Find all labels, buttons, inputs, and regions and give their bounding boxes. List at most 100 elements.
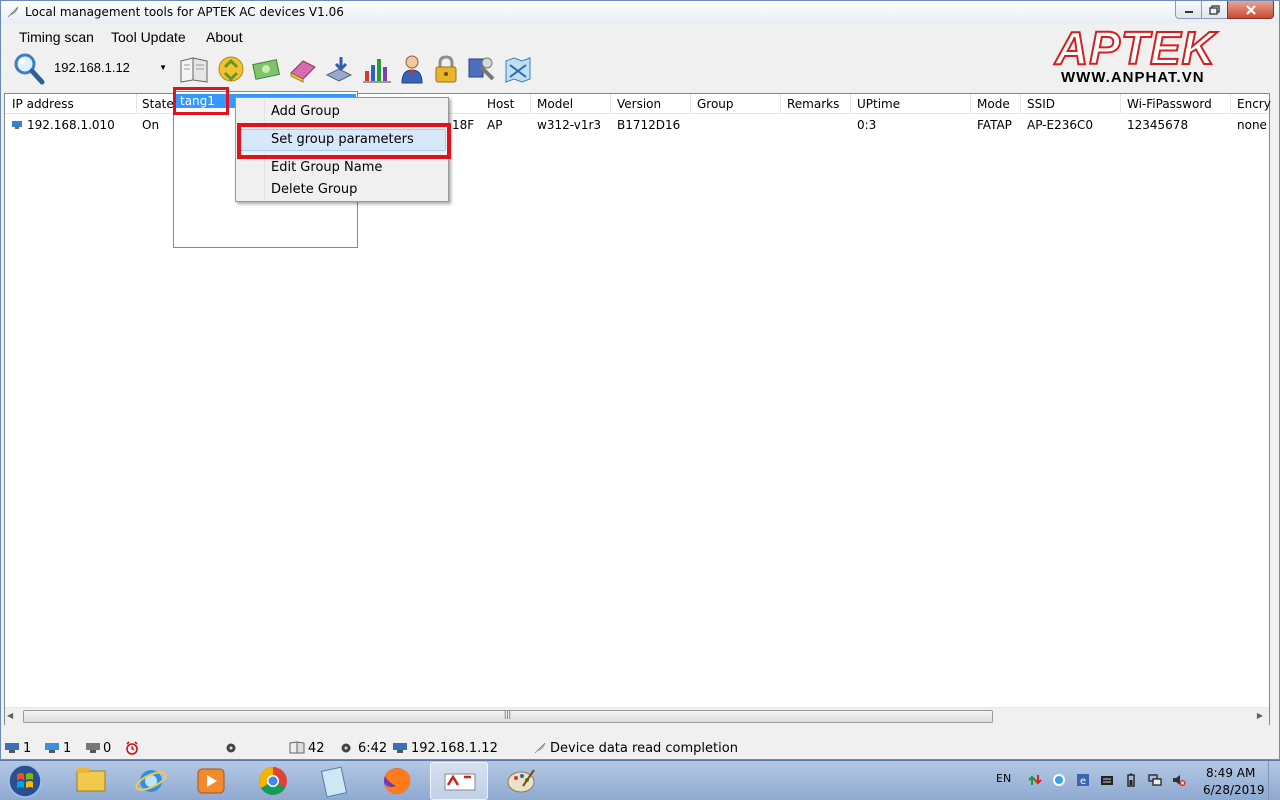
tray-language[interactable]: EN bbox=[996, 772, 1011, 785]
col-uptime[interactable]: UPtime bbox=[857, 97, 900, 111]
status-time: 6:42 bbox=[358, 741, 388, 756]
cell-mode: FATAP bbox=[977, 118, 1012, 132]
map-icon[interactable] bbox=[502, 53, 534, 85]
internet-explorer-icon bbox=[135, 770, 167, 792]
cell-uptime: 0:3 bbox=[857, 118, 877, 132]
feather-icon bbox=[534, 742, 546, 754]
col-encryption[interactable]: Encry bbox=[1237, 97, 1271, 111]
network-arrows-icon[interactable] bbox=[1028, 773, 1042, 787]
taskbar-chrome[interactable] bbox=[244, 762, 302, 800]
chevron-down-icon: ▼ bbox=[159, 63, 167, 72]
taskbar-media[interactable] bbox=[182, 762, 240, 800]
col-host[interactable]: Host bbox=[487, 97, 514, 111]
scan-search-icon[interactable] bbox=[11, 51, 47, 87]
cell-host: AP bbox=[487, 118, 503, 132]
tools-icon[interactable] bbox=[465, 53, 497, 85]
highlight-box-menu bbox=[237, 123, 451, 159]
col-version[interactable]: Version bbox=[617, 97, 661, 111]
cell-mac: 18F bbox=[452, 118, 475, 132]
taskbar: EN e 8:49 AM 6/28/2019 bbox=[0, 760, 1280, 800]
col-ssid[interactable]: SSID bbox=[1027, 97, 1055, 111]
svg-text:e: e bbox=[1080, 776, 1086, 787]
cell-ip: 192.168.1.010 bbox=[27, 118, 115, 132]
monitor-icon bbox=[12, 121, 22, 129]
menu-item-edit-group-name[interactable]: Edit Group Name bbox=[271, 160, 382, 175]
scroll-left-icon[interactable]: ◀ bbox=[7, 711, 13, 720]
menu-tool-update[interactable]: Tool Update bbox=[111, 29, 186, 45]
minimize-icon bbox=[1184, 10, 1193, 13]
col-remarks[interactable]: Remarks bbox=[787, 97, 839, 111]
folder-icon bbox=[76, 768, 106, 792]
close-icon bbox=[1245, 4, 1256, 15]
user-icon[interactable] bbox=[396, 53, 428, 85]
horizontal-scrollbar[interactable]: ◀ ||| ▶ bbox=[5, 707, 1269, 725]
cell-ssid: AP-E236C0 bbox=[1027, 118, 1094, 132]
monitor-on-icon bbox=[45, 743, 59, 753]
cell-encryption: none bbox=[1237, 118, 1267, 132]
taskbar-ie[interactable] bbox=[122, 762, 180, 800]
window-title: Local management tools for APTEK AC devi… bbox=[25, 5, 344, 19]
menu-about[interactable]: About bbox=[206, 29, 243, 45]
grip-icon: ||| bbox=[504, 709, 512, 719]
download-icon[interactable] bbox=[323, 53, 355, 85]
eraser-icon[interactable] bbox=[287, 53, 319, 85]
status-count-a: 1 bbox=[23, 741, 32, 756]
ip-select[interactable]: 192.168.1.12 ▼ bbox=[49, 57, 171, 79]
menu-bar: Timing scan Tool Update About bbox=[1, 25, 1041, 47]
bar-chart-icon[interactable] bbox=[361, 53, 393, 85]
app-e-icon[interactable]: e bbox=[1076, 773, 1090, 787]
tray-clock-date[interactable]: 6/28/2019 bbox=[1203, 783, 1265, 797]
taskbar-notes[interactable] bbox=[306, 762, 364, 800]
lock-icon[interactable] bbox=[430, 53, 462, 85]
show-desktop-button[interactable] bbox=[1268, 761, 1280, 800]
skype-icon[interactable] bbox=[1052, 773, 1066, 787]
book-icon[interactable] bbox=[178, 53, 210, 85]
menu-item-delete-group[interactable]: Delete Group bbox=[271, 182, 357, 197]
status-ip: 192.168.1.12 bbox=[411, 741, 498, 756]
cell-state: On bbox=[142, 118, 160, 132]
status-count-c: 0 bbox=[103, 741, 112, 756]
col-model[interactable]: Model bbox=[537, 97, 573, 111]
keyboard-icon[interactable] bbox=[1100, 773, 1114, 787]
chrome-icon bbox=[259, 767, 287, 795]
col-state[interactable]: State bbox=[142, 97, 174, 111]
scroll-thumb[interactable]: ||| bbox=[23, 709, 993, 723]
aptek-app-icon bbox=[444, 773, 476, 791]
windows-start-icon[interactable] bbox=[6, 763, 44, 799]
monitor-icon bbox=[5, 743, 19, 753]
status-dot-icon bbox=[226, 743, 236, 753]
highlight-box-group bbox=[173, 87, 229, 115]
book-icon bbox=[289, 741, 305, 754]
taskbar-paint[interactable] bbox=[492, 762, 550, 800]
volume-muted-icon[interactable] bbox=[1172, 773, 1186, 787]
scroll-right-icon[interactable]: ▶ bbox=[1257, 711, 1263, 720]
col-ip-address[interactable]: IP address bbox=[12, 97, 74, 111]
media-player-icon bbox=[197, 768, 225, 794]
network-icon[interactable] bbox=[1148, 773, 1162, 787]
col-wifi-password[interactable]: Wi-FiPassword bbox=[1127, 97, 1212, 111]
paint-icon bbox=[507, 769, 535, 793]
menu-timing-scan[interactable]: Timing scan bbox=[19, 29, 94, 45]
monitor-off-icon bbox=[86, 743, 100, 753]
money-icon[interactable] bbox=[251, 53, 283, 85]
toolbar: 192.168.1.12 ▼ bbox=[1, 49, 1279, 91]
firefox-icon bbox=[384, 768, 411, 795]
taskbar-firefox[interactable] bbox=[368, 762, 426, 800]
alarm-clock-icon bbox=[126, 741, 138, 755]
maximize-button[interactable] bbox=[1201, 1, 1228, 19]
col-group[interactable]: Group bbox=[697, 97, 734, 111]
recycle-icon[interactable] bbox=[215, 53, 247, 85]
notes-icon bbox=[320, 766, 348, 798]
tray-clock-time[interactable]: 8:49 AM bbox=[1206, 766, 1255, 780]
cell-password: 12345678 bbox=[1127, 118, 1189, 132]
battery-icon[interactable] bbox=[1124, 773, 1138, 787]
taskbar-explorer[interactable] bbox=[62, 762, 120, 800]
col-mode[interactable]: Mode bbox=[977, 97, 1010, 111]
close-button[interactable] bbox=[1227, 1, 1274, 19]
restore-icon bbox=[1209, 4, 1220, 15]
taskbar-aptek-tool[interactable] bbox=[430, 762, 488, 800]
minimize-button[interactable] bbox=[1175, 1, 1202, 19]
cell-model: w312-v1r3 bbox=[537, 118, 602, 132]
status-bar: 1 1 0 42 6:42 192.168.1.12 Device data r… bbox=[1, 737, 1279, 759]
menu-item-add-group[interactable]: Add Group bbox=[271, 104, 340, 119]
